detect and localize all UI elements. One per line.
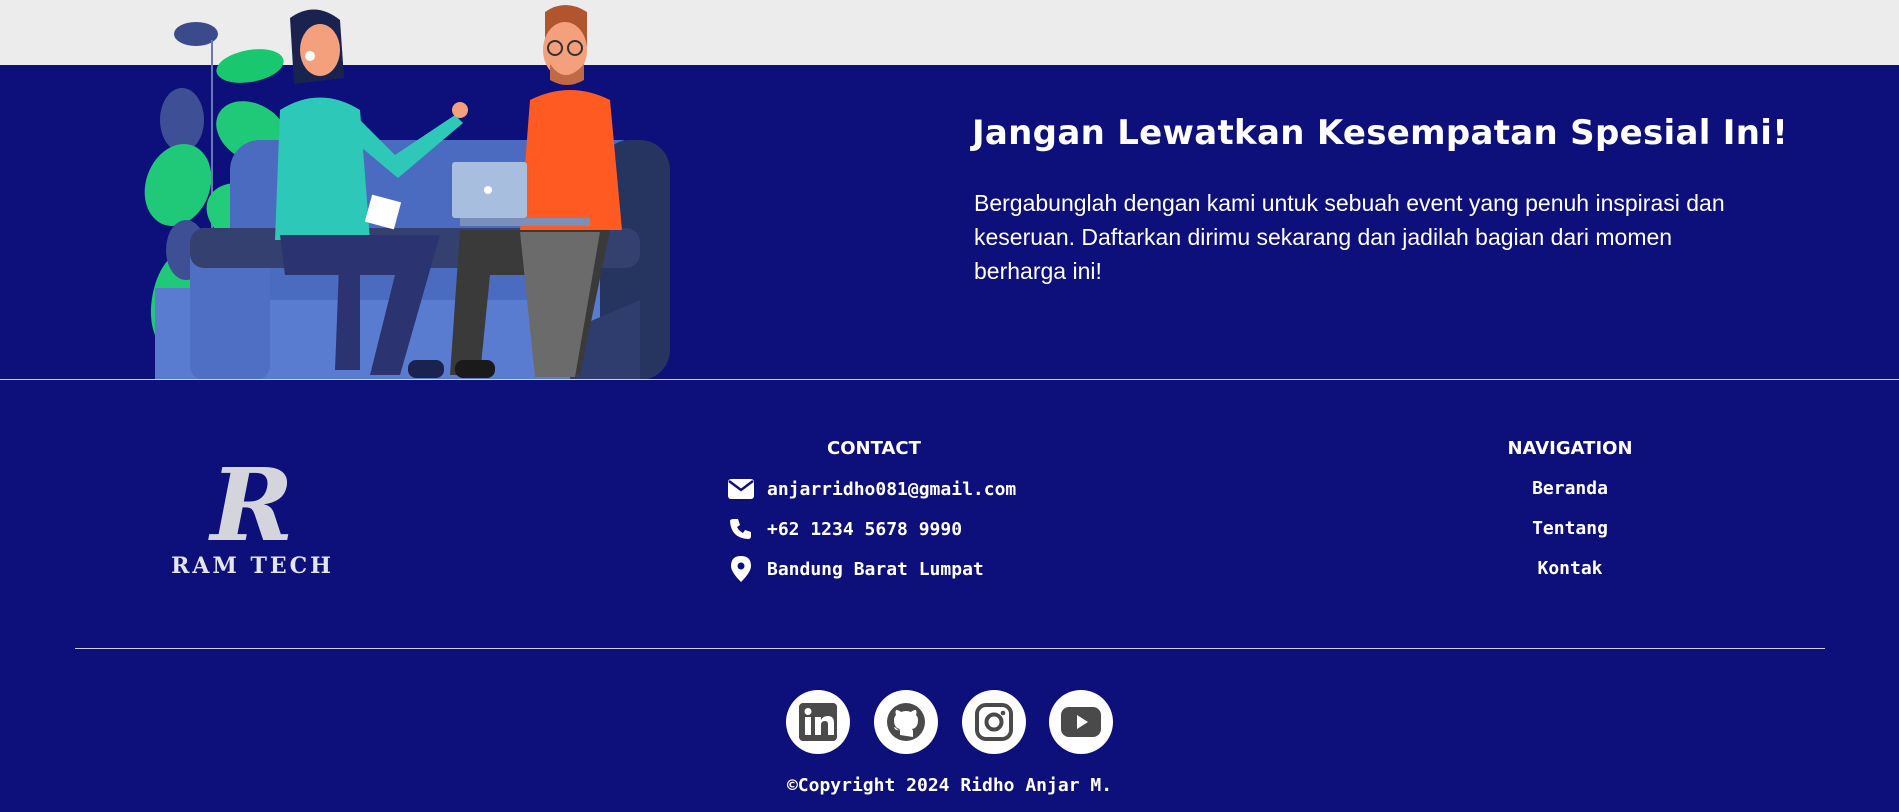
instagram-icon bbox=[975, 703, 1013, 741]
youtube-button[interactable] bbox=[1049, 690, 1113, 754]
contact-address-label: Bandung Barat Lumpat bbox=[767, 558, 984, 580]
nav-link-kontak[interactable]: Kontak bbox=[1470, 558, 1670, 579]
contact-email-label: anjarridho081@gmail.com bbox=[767, 478, 1017, 500]
hero-description: Bergabunglah dengan kami untuk sebuah ev… bbox=[974, 190, 1725, 284]
contact-heading: CONTACT bbox=[827, 438, 921, 459]
nav-link-tentang[interactable]: Tentang bbox=[1470, 518, 1670, 539]
contact-address[interactable]: Bandung Barat Lumpat bbox=[727, 554, 984, 584]
phone-icon bbox=[727, 515, 755, 543]
linkedin-button[interactable] bbox=[786, 690, 850, 754]
section-divider bbox=[0, 379, 1899, 380]
instagram-button[interactable] bbox=[962, 690, 1026, 754]
navigation-heading: NAVIGATION bbox=[1507, 438, 1633, 459]
logo-text: RAM TECH bbox=[171, 553, 334, 579]
copyright-text: ©Copyright 2024 Ridho Anjar M. bbox=[786, 775, 1113, 796]
hero-title: Jangan Lewatkan Kesempatan Spesial Ini! bbox=[971, 113, 1789, 153]
footer-divider bbox=[75, 648, 1825, 649]
youtube-icon bbox=[1061, 707, 1101, 737]
envelope-icon bbox=[727, 475, 755, 503]
linkedin-icon bbox=[799, 703, 837, 741]
github-icon bbox=[887, 703, 925, 741]
contact-phone-label: +62 1234 5678 9990 bbox=[767, 518, 963, 540]
logo-mark: R bbox=[207, 455, 293, 564]
people-on-sofa-illustration bbox=[144, 5, 670, 380]
contact-phone[interactable]: +62 1234 5678 9990 bbox=[727, 514, 962, 544]
contact-email[interactable]: anjarridho081@gmail.com bbox=[727, 474, 1016, 504]
location-pin-icon bbox=[727, 555, 755, 583]
github-button[interactable] bbox=[874, 690, 938, 754]
nav-link-beranda[interactable]: Beranda bbox=[1470, 478, 1670, 499]
